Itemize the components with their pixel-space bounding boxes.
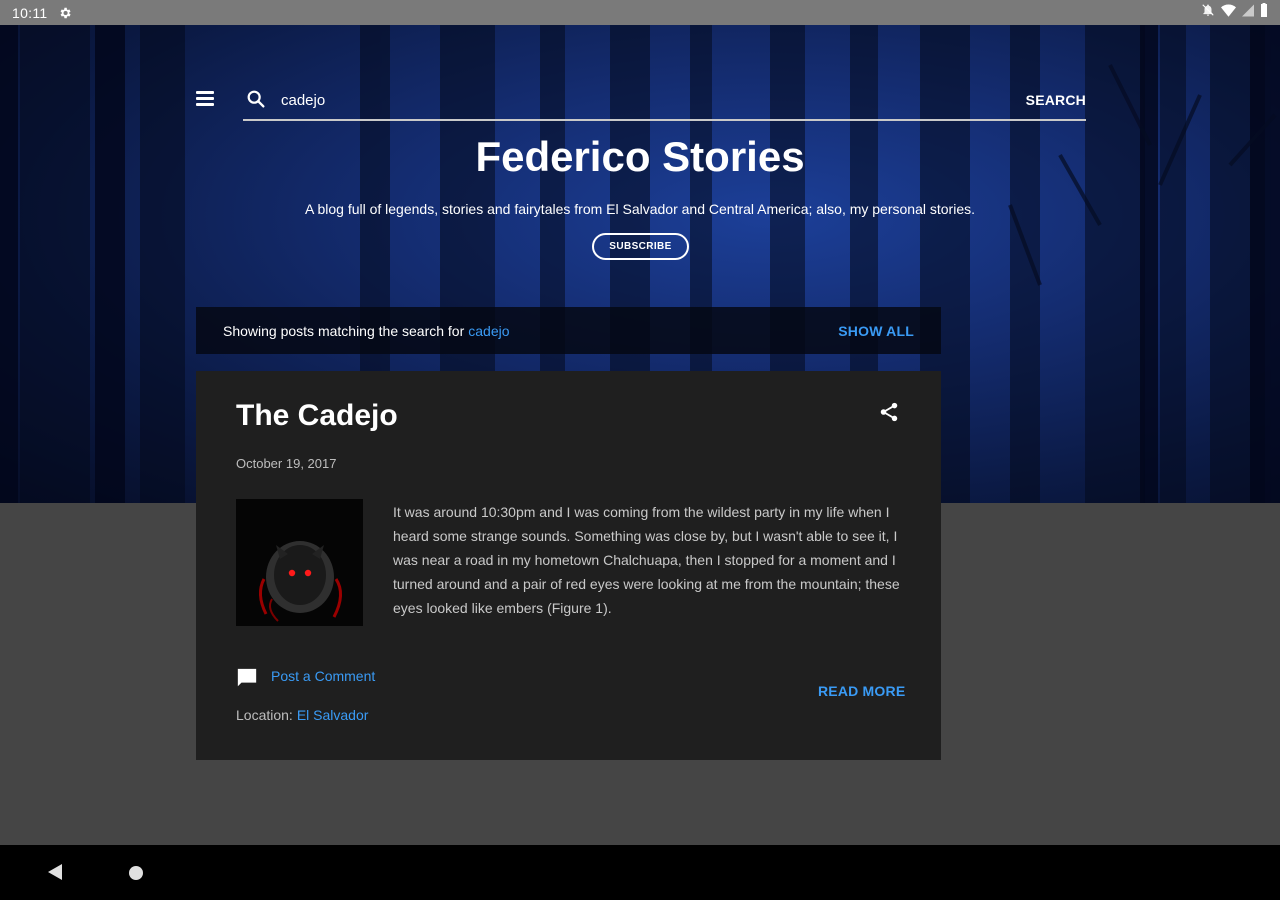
home-icon[interactable] <box>129 866 143 880</box>
search-result-text: Showing posts matching the search for <box>223 322 465 339</box>
battery-icon <box>1260 3 1268 22</box>
status-bar: 10:11 <box>0 0 1280 25</box>
blog-description: A blog full of legends, stories and fair… <box>305 201 975 217</box>
search-query-link[interactable]: cadejo <box>468 323 509 339</box>
settings-gear-icon <box>58 6 72 20</box>
search-icon <box>245 88 269 112</box>
cell-signal-icon <box>1242 4 1254 22</box>
search-input[interactable] <box>281 85 1026 115</box>
share-icon[interactable] <box>878 401 902 425</box>
post-date: October 19, 2017 <box>236 456 337 471</box>
back-icon[interactable] <box>46 863 64 881</box>
post-excerpt: It was around 10:30pm and I was coming f… <box>393 504 900 616</box>
notifications-off-icon <box>1201 3 1215 22</box>
search-button[interactable]: SEARCH <box>1026 92 1086 108</box>
search-result-banner: Showing posts matching the search for ca… <box>196 307 941 354</box>
status-icons <box>1201 3 1268 22</box>
show-all-button[interactable]: SHOW ALL <box>838 323 914 339</box>
location-label: Location: <box>236 707 293 723</box>
wifi-icon <box>1221 4 1236 22</box>
comment-icon[interactable] <box>236 667 258 689</box>
post-card: The Cadejo October 19, 2017 It was aroun… <box>196 371 941 760</box>
blog-title[interactable]: Federico Stories <box>0 133 1280 181</box>
location-link[interactable]: El Salvador <box>297 707 369 723</box>
read-more-button[interactable]: READ MORE <box>818 683 905 699</box>
menu-icon[interactable] <box>196 87 220 109</box>
status-time: 10:11 <box>12 4 48 21</box>
navigation-bar <box>0 845 1280 900</box>
search-bar: SEARCH <box>243 81 1086 121</box>
post-thumbnail-image[interactable] <box>236 499 363 626</box>
post-title[interactable]: The Cadejo <box>236 399 398 433</box>
post-location: Location: El Salvador <box>236 707 368 723</box>
subscribe-button[interactable]: SUBSCRIBE <box>592 233 689 260</box>
post-comment-link[interactable]: Post a Comment <box>271 668 375 684</box>
